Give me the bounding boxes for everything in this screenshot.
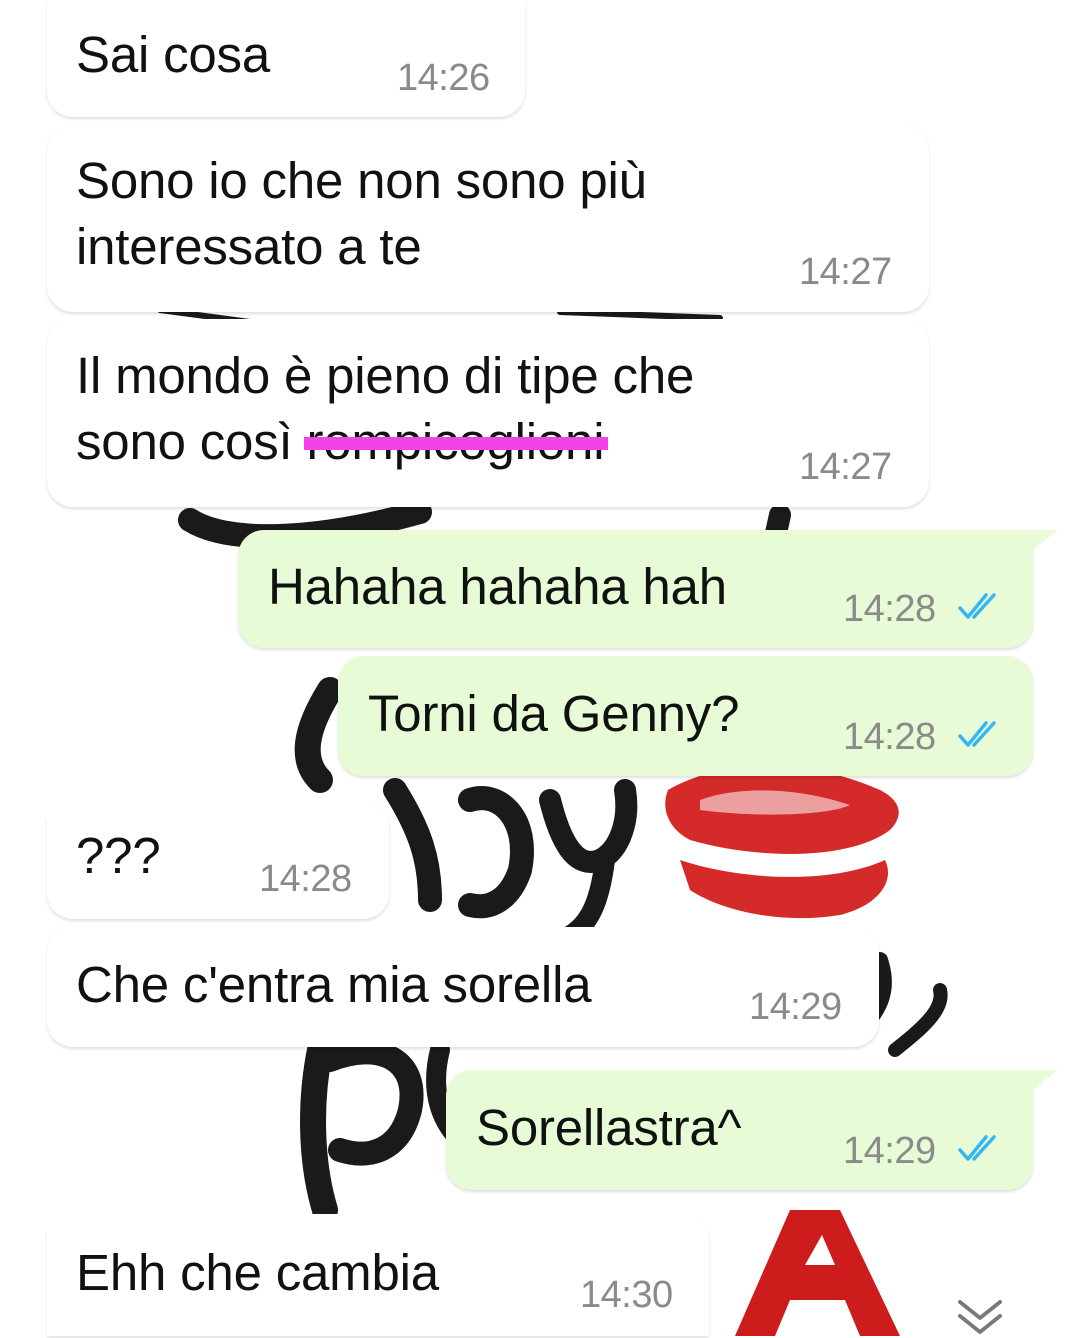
bubble-tail [1030,1070,1058,1092]
message-time: 14:28 [843,716,936,758]
message-bubble-incoming[interactable]: Ehh che cambia 14:30 [47,1214,709,1336]
bubble-tail [22,1214,50,1236]
double-check-icon [958,593,996,619]
message-text: Torni da Genny? [368,685,740,742]
message-text: Sorellastra^ [476,1099,742,1156]
message-text: Il mondo è pieno di tipe che sono così r… [76,343,694,475]
message-time: 14:27 [799,446,892,488]
message-bubble-outgoing[interactable]: Torni da Genny? 14:28 [338,656,1033,776]
double-chevron-down-icon[interactable] [950,1298,1010,1338]
message-bubble-incoming[interactable]: ??? 14:28 [47,800,389,919]
message-time: 14:28 [259,858,352,900]
message-text: Sai cosa [76,26,271,83]
message-time: 14:27 [799,251,892,293]
message-time: 14:29 [843,1130,936,1172]
bubble-tail [1030,530,1058,552]
message-time: 14:28 [843,588,936,630]
message-text: Ehh che cambia [76,1244,439,1301]
message-bubble-incoming[interactable]: Sono io che non sono più interessato a t… [47,124,929,312]
double-check-icon [958,721,996,747]
message-time: 14:29 [749,986,842,1028]
message-text: Che c'entra mia sorella [76,956,592,1013]
message-time: 14:30 [580,1274,673,1316]
message-bubble-incoming[interactable]: Il mondo è pieno di tipe che sono così r… [47,319,929,507]
message-bubble-incoming[interactable]: Che c'entra mia sorella 14:29 [47,927,879,1047]
bubble-tail [22,800,50,822]
message-bubble-incoming[interactable]: Sai cosa 14:26 [47,0,525,117]
message-time: 14:26 [397,57,490,99]
double-check-icon [958,1135,996,1161]
message-bubble-outgoing[interactable]: Sorellastra^ 14:29 [446,1070,1033,1190]
strike-highlight [304,437,609,450]
message-text: Hahaha hahaha hah [268,558,727,615]
message-text: ??? [76,827,161,884]
message-bubble-outgoing[interactable]: Hahaha hahaha hah 14:28 [238,530,1033,648]
struck-word: rompicoglioni [304,409,609,475]
message-text: Sono io che non sono più interessato a t… [76,152,647,275]
